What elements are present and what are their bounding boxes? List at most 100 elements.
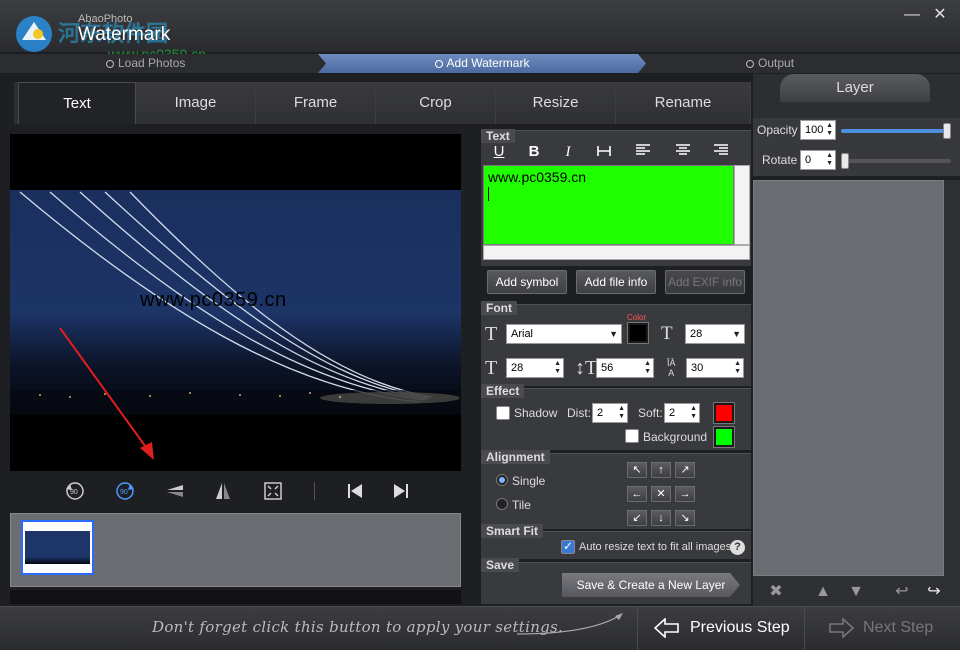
rotate-spinner[interactable]: 0 ▲ ▼: [800, 150, 836, 170]
italic-button[interactable]: I: [557, 143, 579, 161]
font-size-icon: T: [661, 323, 673, 344]
font-color-swatch[interactable]: [627, 322, 649, 344]
delete-layer-button[interactable]: ✖: [766, 582, 786, 602]
export-layer-button[interactable]: ↩: [892, 582, 912, 602]
tab-image[interactable]: Image: [136, 82, 256, 124]
tab-frame[interactable]: Frame: [256, 82, 376, 124]
flip-vertical-icon: [167, 485, 183, 497]
align-bottom-right-button[interactable]: ↘: [675, 510, 695, 526]
move-layer-up-button[interactable]: ▲: [813, 582, 833, 602]
align-top-left-button[interactable]: ↖: [627, 462, 647, 478]
step-output[interactable]: Output: [746, 54, 794, 73]
font-size-select[interactable]: 28 ▼: [685, 324, 745, 344]
previous-step-label: Previous Step: [690, 619, 790, 636]
arrow-left-icon: [654, 618, 679, 638]
opacity-slider-fill: [841, 129, 951, 133]
letter-spacing-spinner[interactable]: 30 ▲ ▼: [686, 358, 744, 378]
import-layer-button[interactable]: ↪: [924, 582, 944, 602]
layer-list[interactable]: [753, 180, 944, 576]
spinner-arrows-icon: ▲ ▼: [826, 122, 833, 137]
flip-horizontal-icon: [216, 483, 230, 499]
previous-step-button[interactable]: Previous Step: [637, 606, 805, 650]
next-step-label: Next Step: [863, 619, 934, 636]
align-top-right-button[interactable]: ↗: [675, 462, 695, 478]
add-file-info-button[interactable]: Add file info: [576, 270, 656, 294]
shadow-distance-spinner[interactable]: 2 ▲ ▼: [592, 403, 628, 423]
align-right-button[interactable]: [710, 143, 732, 161]
align-right-icon: [714, 144, 728, 155]
tab-resize[interactable]: Resize: [496, 82, 616, 124]
font-family-value: Arial: [511, 328, 534, 340]
shadow-checkbox[interactable]: [496, 406, 510, 420]
spinner-arrows-icon: ▲ ▼: [618, 405, 625, 420]
font-family-icon: T: [485, 323, 498, 345]
close-button[interactable]: ✕: [926, 4, 954, 26]
move-up-icon: ▲: [815, 583, 831, 600]
bold-button[interactable]: B: [523, 143, 545, 161]
background-color-swatch[interactable]: [713, 426, 735, 448]
align-top-center-button[interactable]: ↑: [651, 462, 671, 478]
single-label: Single: [512, 474, 546, 488]
strip-scrollbar[interactable]: [10, 590, 461, 604]
next-image-button[interactable]: [390, 480, 412, 502]
image-preview[interactable]: www.pc0359.cn: [10, 134, 461, 471]
align-middle-right-button[interactable]: →: [675, 486, 695, 502]
underline-button[interactable]: U: [488, 143, 510, 161]
thumbnail[interactable]: [21, 520, 94, 575]
next-step-button[interactable]: Next Step: [806, 606, 960, 650]
align-center-button[interactable]: [672, 143, 694, 161]
previous-image-button[interactable]: [344, 480, 366, 502]
line-height-value: 56: [601, 362, 614, 374]
tab-crop[interactable]: Crop: [376, 82, 496, 124]
add-exif-info-button[interactable]: Add EXIF info: [665, 270, 745, 294]
font-family-select[interactable]: Arial ▼: [506, 324, 622, 344]
tab-rename[interactable]: Rename: [616, 82, 751, 124]
flip-vertical-button[interactable]: [164, 480, 186, 502]
opacity-value: 100: [805, 124, 824, 136]
tab-text[interactable]: Text: [18, 82, 136, 124]
align-bottom-left-button[interactable]: ↙: [627, 510, 647, 526]
steps-bar: Load Photos Add Watermark Output: [0, 54, 960, 73]
rotate-left-90-button[interactable]: 90: [64, 480, 86, 502]
rotate-slider-thumb[interactable]: [841, 153, 849, 169]
align-middle-left-button[interactable]: ←: [627, 486, 647, 502]
rotate-right-90-button[interactable]: 90: [114, 480, 136, 502]
step-load-photos[interactable]: Load Photos: [106, 54, 185, 73]
opacity-slider-thumb[interactable]: [943, 123, 951, 139]
fit-screen-button[interactable]: [262, 480, 284, 502]
shadow-color-swatch[interactable]: [713, 402, 735, 424]
single-radio[interactable]: [496, 474, 508, 486]
auto-resize-checkbox[interactable]: [561, 539, 575, 554]
rotate-slider-track[interactable]: [841, 159, 951, 163]
align-bottom-center-button[interactable]: ↓: [651, 510, 671, 526]
move-layer-down-button[interactable]: ▼: [846, 582, 866, 602]
strikethrough-button[interactable]: [593, 143, 615, 161]
line-height-spinner[interactable]: 56 ▲ ▼: [596, 358, 654, 378]
text-input-horizontal-scrollbar[interactable]: [483, 245, 750, 260]
spinner-arrows-icon: ▲ ▼: [554, 360, 561, 375]
minimize-button[interactable]: —: [898, 4, 926, 26]
help-icon[interactable]: ?: [730, 540, 745, 555]
add-symbol-button[interactable]: Add symbol: [487, 270, 567, 294]
font-width-spinner[interactable]: 28 ▲ ▼: [506, 358, 564, 378]
background-checkbox[interactable]: [625, 429, 639, 443]
save-create-layer-button[interactable]: Save & Create a New Layer: [562, 573, 740, 597]
flip-horizontal-button[interactable]: [212, 480, 234, 502]
alignment-section: [481, 453, 751, 529]
effect-section-label: Effect: [481, 384, 525, 398]
line-height-icon: ↕T: [575, 357, 598, 379]
align-center-button[interactable]: ✕: [651, 486, 671, 502]
tile-radio[interactable]: [496, 498, 508, 510]
align-left-button[interactable]: [632, 143, 654, 161]
close-icon: ✕: [933, 6, 947, 23]
step-add-watermark[interactable]: Add Watermark: [318, 54, 646, 73]
opacity-spinner[interactable]: 100 ▲ ▼: [800, 120, 836, 140]
spinner-arrows-icon: ▲ ▼: [734, 360, 741, 375]
soft-label: Soft:: [638, 406, 663, 420]
watermark-text-input[interactable]: www.pc0359.cn: [483, 165, 734, 245]
skip-next-icon: [394, 484, 408, 498]
shadow-softness-spinner[interactable]: 2 ▲ ▼: [664, 403, 700, 423]
spinner-arrows-icon: ▲ ▼: [690, 405, 697, 420]
layer-list-scrollbar[interactable]: [944, 180, 960, 576]
text-input-vertical-scrollbar[interactable]: [734, 165, 750, 245]
